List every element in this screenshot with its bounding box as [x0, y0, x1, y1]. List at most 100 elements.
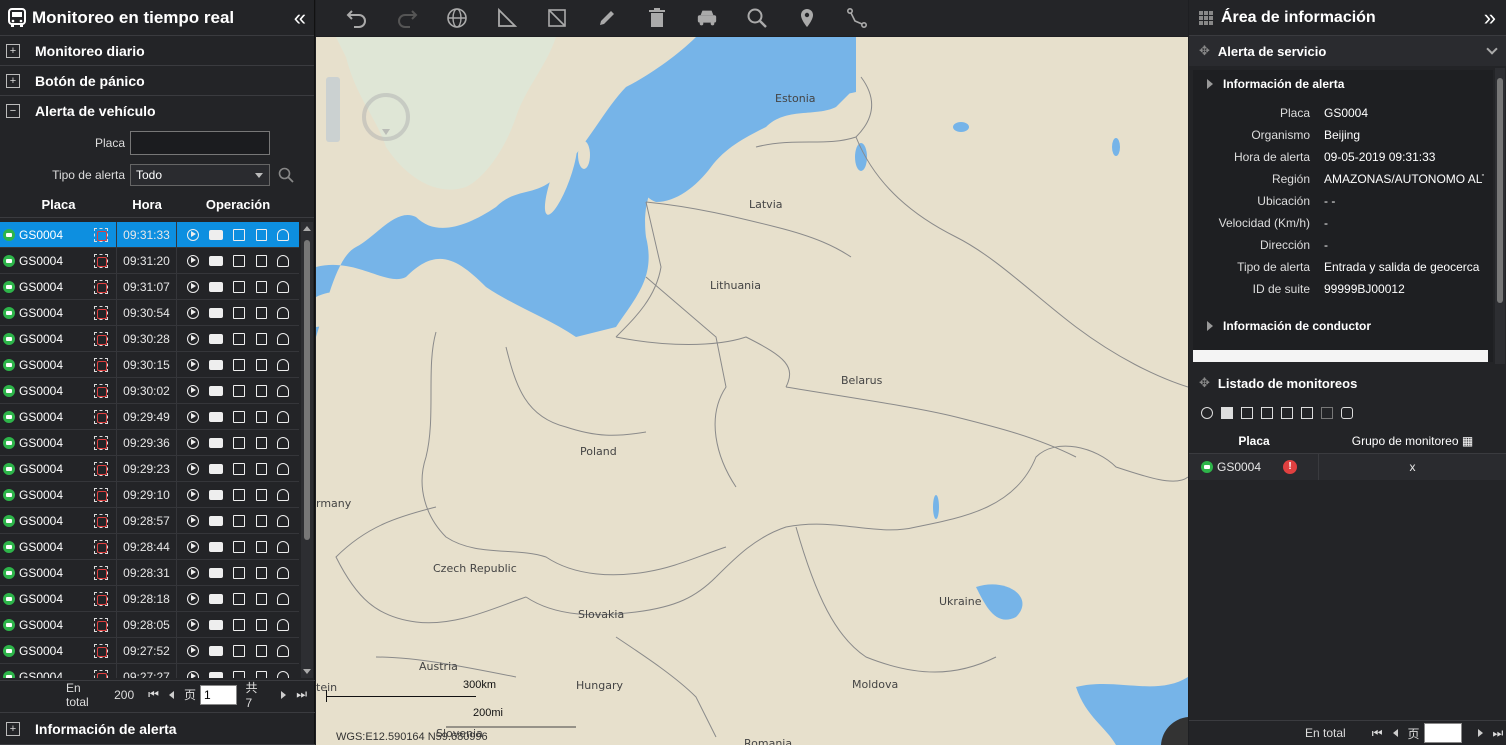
move-icon[interactable]: ✥ — [1199, 43, 1210, 59]
scroll-down-icon[interactable] — [303, 669, 311, 674]
driver-icon[interactable] — [276, 436, 289, 449]
driver-icon[interactable] — [276, 514, 289, 527]
video-icon[interactable] — [233, 670, 246, 678]
camera-icon[interactable] — [209, 645, 224, 656]
video-icon[interactable] — [233, 436, 246, 449]
play-icon[interactable] — [187, 332, 200, 345]
play-icon[interactable] — [187, 540, 200, 553]
prev-page-icon[interactable] — [1392, 729, 1398, 737]
table-row[interactable]: GS0004 09:31:07 — [0, 274, 299, 300]
film-icon[interactable] — [1241, 407, 1253, 419]
prev-page-icon[interactable] — [168, 690, 174, 699]
play-icon[interactable] — [187, 358, 200, 371]
play-icon[interactable] — [187, 462, 200, 475]
report-icon[interactable] — [255, 254, 267, 267]
driver-icon[interactable] — [276, 462, 289, 475]
hand-pointer-icon[interactable] — [1341, 407, 1353, 419]
driver-icon[interactable] — [276, 540, 289, 553]
video-icon[interactable] — [233, 488, 246, 501]
measure-angle-icon[interactable] — [496, 7, 518, 29]
column-time[interactable]: Hora — [117, 197, 177, 212]
table-row[interactable]: GS0004 09:27:52 — [0, 638, 299, 664]
play-icon[interactable] — [187, 384, 200, 397]
play-icon[interactable] — [187, 254, 200, 267]
section-panic-button[interactable]: + Botón de pánico — [0, 66, 314, 96]
video-icon[interactable] — [233, 228, 246, 241]
alert-type-select[interactable]: Todo — [130, 164, 270, 186]
undo-icon[interactable] — [346, 7, 368, 29]
expand-icon[interactable]: + — [6, 721, 20, 736]
camera-icon[interactable] — [1221, 407, 1233, 419]
driver-icon[interactable] — [276, 670, 289, 678]
collapse-icon[interactable]: − — [6, 104, 20, 118]
video-icon[interactable] — [233, 618, 246, 631]
table-row[interactable]: GS0004 09:27:27 — [0, 664, 299, 678]
table-row[interactable]: GS0004 09:30:15 — [0, 352, 299, 378]
driver-icon[interactable] — [276, 644, 289, 657]
collapse-right-icon[interactable]: » — [1484, 6, 1496, 29]
report-icon[interactable] — [255, 566, 267, 579]
table-row[interactable]: GS0004 09:28:44 — [0, 534, 299, 560]
video-icon[interactable] — [233, 644, 246, 657]
pin-icon[interactable] — [796, 7, 818, 29]
driver-icon[interactable] — [276, 280, 289, 293]
report-icon[interactable] — [255, 592, 267, 605]
table-row[interactable]: GS0004 09:30:54 — [0, 300, 299, 326]
play-icon[interactable] — [1201, 407, 1213, 419]
camera-icon[interactable] — [209, 281, 224, 292]
table-row[interactable]: GS0004 09:29:10 — [0, 482, 299, 508]
section-alert-information[interactable]: + Información de alerta — [0, 712, 315, 745]
play-icon[interactable] — [187, 514, 200, 527]
report-icon[interactable] — [255, 228, 267, 241]
camera-icon[interactable] — [209, 619, 224, 630]
video-icon[interactable] — [233, 514, 246, 527]
alert-info-header[interactable]: Información de alerta — [1193, 70, 1493, 98]
report-icon[interactable] — [255, 410, 267, 423]
camera-icon[interactable] — [209, 567, 224, 578]
video-icon[interactable] — [233, 358, 246, 371]
monitor-row-group[interactable]: x — [1319, 460, 1506, 474]
camera-icon[interactable] — [209, 307, 224, 318]
table-row[interactable]: GS0004 09:29:23 — [0, 456, 299, 482]
driver-icon[interactable] — [276, 618, 289, 631]
trash-icon[interactable] — [646, 7, 668, 29]
driver-icon[interactable] — [276, 358, 289, 371]
scroll-up-icon[interactable] — [303, 226, 311, 231]
section-daily-monitoring[interactable]: + Monitoreo diario — [0, 36, 314, 66]
camera-icon[interactable] — [209, 385, 224, 396]
play-icon[interactable] — [187, 592, 200, 605]
search-icon[interactable] — [278, 167, 294, 183]
report-icon[interactable] — [255, 306, 267, 319]
video-icon[interactable] — [233, 280, 246, 293]
camera-icon[interactable] — [209, 515, 224, 526]
pencil-icon[interactable] — [596, 7, 618, 29]
report-icon[interactable] — [255, 488, 267, 501]
camera-icon[interactable] — [209, 593, 224, 604]
play-icon[interactable] — [187, 644, 200, 657]
table-row[interactable]: GS0004 09:28:57 — [0, 508, 299, 534]
page-number-input[interactable]: 1 — [199, 684, 238, 705]
alert-table-scrollbar[interactable] — [301, 222, 313, 678]
report-icon[interactable] — [255, 514, 267, 527]
first-page-icon[interactable]: ⏮ — [1372, 726, 1383, 741]
driver-icon[interactable] — [276, 332, 289, 345]
driver-icon[interactable] — [276, 488, 289, 501]
video-icon[interactable] — [233, 462, 246, 475]
route-icon[interactable] — [846, 7, 868, 29]
camera-icon[interactable] — [209, 411, 224, 422]
play-icon[interactable] — [187, 670, 200, 678]
next-page-icon[interactable] — [281, 690, 287, 699]
report-icon[interactable] — [255, 332, 267, 345]
video-icon[interactable] — [233, 332, 246, 345]
video-icon[interactable] — [233, 566, 246, 579]
driver-icon[interactable] — [276, 384, 289, 397]
camera-icon[interactable] — [209, 333, 224, 344]
service-alert-section[interactable]: ✥ Alerta de servicio — [1189, 36, 1506, 66]
vehicle-icon[interactable] — [696, 7, 718, 29]
camera-icon[interactable] — [209, 463, 224, 474]
scroll-thumb[interactable] — [304, 240, 310, 540]
play-icon[interactable] — [187, 306, 200, 319]
play-icon[interactable] — [187, 618, 200, 631]
page-number-input[interactable] — [1423, 723, 1462, 743]
plate-filter-input[interactable] — [130, 131, 270, 155]
